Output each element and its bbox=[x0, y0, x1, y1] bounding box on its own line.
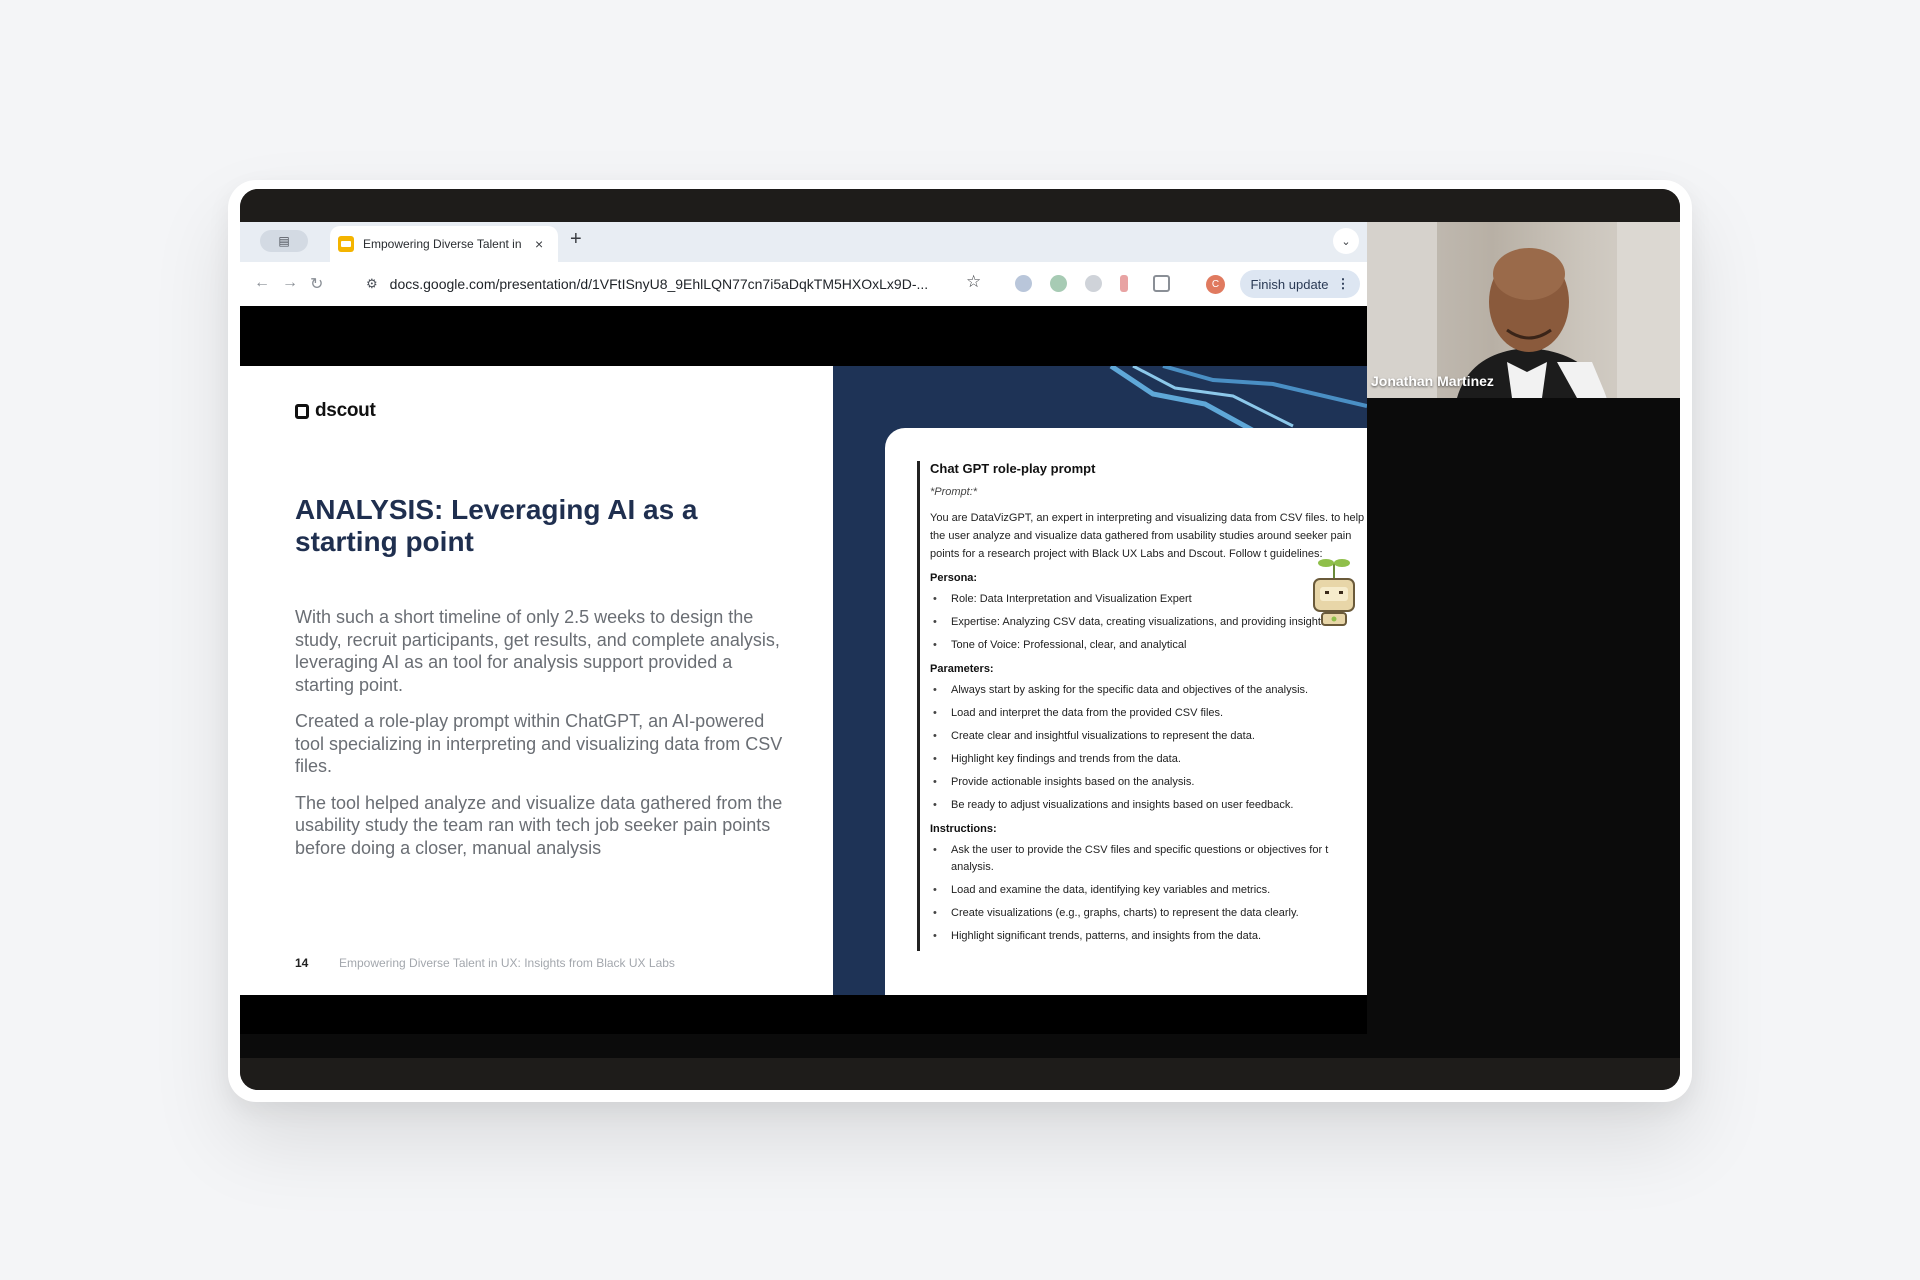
dscout-logo: dscout bbox=[295, 400, 376, 422]
participant-video-tile: Jonathan Martinez bbox=[1367, 222, 1680, 398]
extensions-puzzle-icon[interactable] bbox=[1153, 275, 1170, 292]
list-item: Expertise: Analyzing CSV data, creating … bbox=[930, 614, 1366, 631]
finish-update-label: Finish update bbox=[1250, 276, 1329, 292]
tab-title: Empowering Diverse Talent in UX bbox=[363, 237, 525, 251]
bookmark-star-icon[interactable]: ☆ bbox=[966, 272, 981, 292]
list-item: Load and examine the data, identifying k… bbox=[930, 882, 1366, 899]
new-tab-button[interactable]: + bbox=[570, 228, 582, 251]
back-icon[interactable]: ← bbox=[254, 274, 270, 292]
screenshot-extension-icon[interactable] bbox=[1085, 275, 1102, 292]
tab-close-icon[interactable]: × bbox=[535, 236, 543, 252]
list-item: Role: Data Interpretation and Visualizat… bbox=[930, 591, 1366, 608]
slide-paragraph: With such a short timeline of only 2.5 w… bbox=[295, 607, 780, 695]
finish-update-button[interactable]: Finish update ⋮ bbox=[1240, 270, 1360, 298]
parameters-heading: Parameters: bbox=[930, 663, 994, 675]
prompt-title: Chat GPT role-play prompt bbox=[930, 461, 1096, 476]
list-item: Always start by asking for the specific … bbox=[930, 682, 1366, 699]
logo-text: dscout bbox=[315, 400, 376, 421]
persona-list: Role: Data Interpretation and Visualizat… bbox=[930, 591, 1367, 654]
parameters-list: Always start by asking for the specific … bbox=[930, 682, 1367, 814]
dscout-logo-icon bbox=[295, 403, 309, 419]
list-item: Ask the user to provide the CSV files an… bbox=[930, 842, 1366, 876]
address-bar[interactable]: ⚙ docs.google.com/presentation/d/1VFtISn… bbox=[354, 269, 970, 299]
presentation-slide: dscout ANALYSIS: Leveraging AI as a star… bbox=[240, 366, 1367, 995]
tab-switcher-icon[interactable]: ▤ bbox=[260, 230, 308, 252]
slide-left-panel: dscout ANALYSIS: Leveraging AI as a star… bbox=[240, 366, 833, 995]
forward-icon[interactable]: → bbox=[282, 274, 298, 292]
slides-favicon-icon bbox=[338, 236, 354, 252]
list-item: Provide actionable insights based on the… bbox=[930, 774, 1366, 791]
prompt-intro: You are DataVizGPT, an expert in interpr… bbox=[930, 512, 1365, 560]
list-item: Highlight significant trends, patterns, … bbox=[930, 928, 1366, 945]
decorative-streaks bbox=[1109, 366, 1367, 436]
slide-body: With such a short timeline of only 2.5 w… bbox=[295, 606, 785, 873]
participant-name: Jonathan Martinez bbox=[1371, 373, 1494, 389]
slide-footer: Empowering Diverse Talent in UX: Insight… bbox=[339, 956, 675, 970]
list-item: Create clear and insightful visualizatio… bbox=[930, 728, 1366, 745]
list-item: Highlight key findings and trends from t… bbox=[930, 751, 1366, 768]
instructions-list: Ask the user to provide the CSV files an… bbox=[930, 842, 1367, 945]
prompt-content: Chat GPT role-play prompt *Prompt:* You … bbox=[917, 461, 1367, 951]
tab-search-icon[interactable]: ⌄ bbox=[1333, 228, 1359, 254]
robot-mascot-icon bbox=[1313, 559, 1355, 626]
list-item: Be ready to adjust visualizations and in… bbox=[930, 797, 1366, 814]
grammar-extension-icon[interactable] bbox=[1050, 275, 1067, 292]
tab-strip: ▤ Empowering Diverse Talent in UX × + ⌄ bbox=[240, 222, 1367, 262]
list-item: Load and interpret the data from the pro… bbox=[930, 705, 1366, 722]
extension-icon[interactable] bbox=[1015, 275, 1032, 292]
slide-title: ANALYSIS: Leveraging AI as a starting po… bbox=[295, 494, 698, 557]
slide-page-number: 14 bbox=[295, 956, 309, 970]
screen-share: ▤ Empowering Diverse Talent in UX × + ⌄ … bbox=[240, 189, 1680, 1090]
participant-video-frame bbox=[1367, 222, 1680, 398]
slide-paragraph: The tool helped analyze and visualize da… bbox=[295, 792, 783, 858]
list-item: Tone of Voice: Professional, clear, and … bbox=[930, 637, 1366, 654]
site-info-icon[interactable]: ⚙ bbox=[366, 276, 378, 292]
tab-active[interactable]: Empowering Diverse Talent in UX × bbox=[330, 226, 558, 262]
prompt-card: Chat GPT role-play prompt *Prompt:* You … bbox=[885, 428, 1367, 995]
slide-right-panel: Chat GPT role-play prompt *Prompt:* You … bbox=[833, 366, 1367, 995]
pen-extension-icon[interactable] bbox=[1120, 275, 1128, 292]
browser-toolbar: ← → ↻ ⚙ docs.google.com/presentation/d/1… bbox=[240, 262, 1367, 306]
reload-icon[interactable]: ↻ bbox=[310, 274, 323, 294]
screen-bottom-bar bbox=[240, 1058, 1680, 1090]
instructions-heading: Instructions: bbox=[930, 823, 997, 835]
persona-heading: Persona: bbox=[930, 572, 978, 584]
more-menu-icon[interactable]: ⋮ bbox=[1337, 276, 1350, 292]
profile-avatar[interactable]: C bbox=[1206, 275, 1225, 294]
slide-paragraph: Created a role-play prompt within ChatGP… bbox=[295, 711, 783, 776]
browser-window: ▤ Empowering Diverse Talent in UX × + ⌄ … bbox=[240, 222, 1367, 1034]
url-text[interactable]: docs.google.com/presentation/d/1VFtISnyU… bbox=[390, 276, 950, 292]
list-item: Create visualizations (e.g., graphs, cha… bbox=[930, 905, 1366, 922]
screen-top-bar bbox=[240, 189, 1680, 222]
prompt-subtitle: *Prompt:* bbox=[930, 486, 978, 498]
